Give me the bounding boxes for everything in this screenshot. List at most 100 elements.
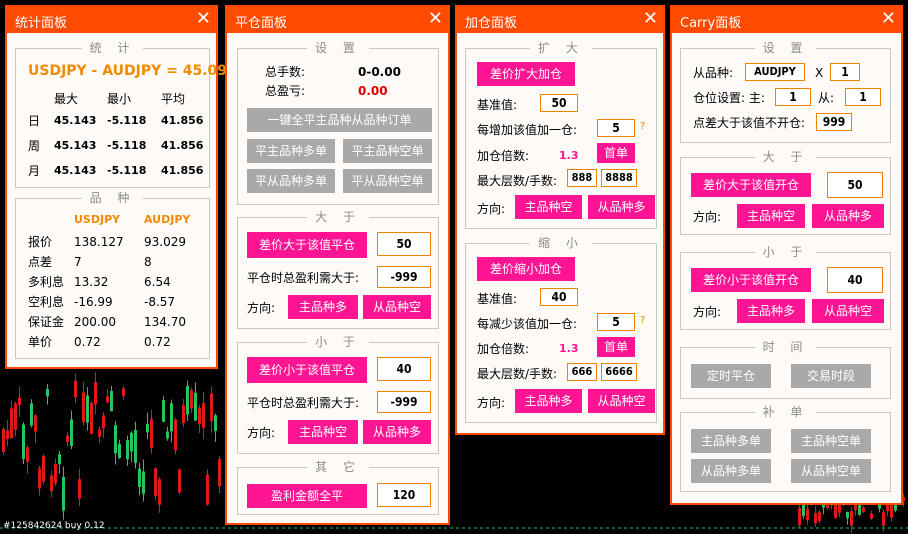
expand-base-input[interactable]: 50 [540,94,578,112]
srow-quote-v2: 93.029 [144,235,186,249]
expand-dir-main-sell-button[interactable]: 主品种空 [515,195,582,219]
close-greater-button[interactable]: 差价大于该值平仓 [247,232,367,258]
close-greater-pl-label: 平仓时总盈利需大于: [247,271,360,285]
carry-pos-sub-label: 从: [818,91,835,105]
candle [798,502,801,528]
shrink-add-button[interactable]: 差价缩小加仓 [477,257,575,281]
close-less-dir-sub-buy-button[interactable]: 从品种多 [363,420,431,444]
carry-supplement-group: 补 单 主品种多单 主品种空单 从品种多单 从品种空单 [680,405,891,492]
carry-greater-open-button[interactable]: 差价大于该值开仓 [691,173,811,197]
expand-max-layers-input[interactable]: 888 [567,169,597,187]
close-greater-dir-label: 方向: [247,301,276,315]
candle [166,426,169,441]
shrink-base-input[interactable]: 40 [540,288,578,306]
row-day-max: 45.143 [54,114,97,127]
candle [202,392,205,440]
shrink-help-icon[interactable]: ? [640,313,645,329]
carry-settings-title: 设 置 [754,41,817,55]
add-panel-close-icon[interactable]: ✕ [643,8,658,30]
carry-greater-dir-sub-buy-button[interactable]: 从品种多 [812,204,884,228]
add-panel: 加仓面板 ✕ 扩 大 差价扩大加仓 基准值: 50 每增加该值加一仓: 5 ? … [455,5,665,435]
total-pl-label: 总盈亏: [265,84,306,98]
close-less-button[interactable]: 差价小于该值平仓 [247,357,367,383]
candle [34,414,37,443]
candle [158,477,161,513]
close-greater-dir-sub-sell-button[interactable]: 从品种空 [363,295,431,319]
shrink-mult-label: 加仓倍数: [477,342,530,356]
candle [70,410,73,450]
carry-pos-main-label: 仓位设置: 主: [693,91,765,105]
carry-pos-main-input[interactable]: 1 [775,88,811,106]
candle [50,470,53,498]
supp-main-sell-button[interactable]: 主品种空单 [791,429,871,453]
carry-panel-header: Carry面板 ✕ [672,7,901,33]
total-pl-value: 0.00 [358,84,388,98]
close-panel-close-icon[interactable]: ✕ [428,8,443,30]
candle [26,445,29,474]
carry-spread-input[interactable]: 999 [816,113,852,131]
shrink-first-order-button[interactable]: 首单 [597,337,635,357]
carry-less-input[interactable]: 40 [827,267,883,293]
shrink-step-input[interactable]: 5 [597,313,635,331]
candle [186,380,189,421]
row-month-avg: 41.856 [161,164,204,177]
row-day-avg: 41.856 [161,114,204,127]
expand-step-input[interactable]: 5 [597,119,635,137]
shrink-max-lots-input[interactable]: 6666 [601,363,637,381]
close-main-buy-button[interactable]: 平主品种多单 [247,139,335,163]
carry-panel-close-icon[interactable]: ✕ [881,8,896,30]
carry-less-dir-main-buy-button[interactable]: 主品种多 [737,299,805,323]
carry-greater-dir-main-sell-button[interactable]: 主品种空 [737,204,805,228]
expand-mult-value: 1.3 [559,149,579,162]
candle [134,421,137,469]
spread-headline: USDJPY - AUDJPY = 45.098 [28,63,237,79]
close-all-button[interactable]: 一键全平主品种从品种订单 [247,108,432,132]
candle [182,398,185,428]
expand-max-lots-input[interactable]: 8888 [601,169,637,187]
supp-main-buy-button[interactable]: 主品种多单 [691,429,771,453]
close-less-dir-main-sell-button[interactable]: 主品种空 [288,420,358,444]
profit-close-all-button[interactable]: 盈利金额全平 [247,484,367,508]
expand-add-button[interactable]: 差价扩大加仓 [477,62,575,86]
srow-short-swap-v2: -8.57 [144,295,176,309]
stats-close-icon[interactable]: ✕ [196,8,211,30]
timed-close-button[interactable]: 定时平仓 [691,364,771,388]
close-greater-dir-main-buy-button[interactable]: 主品种多 [288,295,358,319]
carry-less-open-button[interactable]: 差价小于该值开仓 [691,268,811,292]
expand-first-order-button[interactable]: 首单 [597,143,635,163]
shrink-dir-main-buy-button[interactable]: 主品种多 [515,389,582,413]
shrink-dir-sub-sell-button[interactable]: 从品种空 [588,389,655,413]
srow-unit-label: 单价 [28,335,53,349]
stats-group: 统 计 USDJPY - AUDJPY = 45.098 最大 最小 平均 日 … [15,41,237,188]
carry-less-dir-sub-sell-button[interactable]: 从品种空 [812,299,884,323]
carry-greater-input[interactable]: 50 [827,172,883,198]
expand-help-icon[interactable]: ? [640,119,645,135]
profit-amount-input[interactable]: 120 [377,483,431,507]
carry-pos-sub-input[interactable]: 1 [845,88,881,106]
supp-sub-sell-button[interactable]: 从品种空单 [791,459,871,483]
close-other-group: 其 它 盈利金额全平 120 [237,460,439,515]
close-sub-buy-button[interactable]: 平从品种多单 [247,169,335,193]
carry-sub-mult-input[interactable]: 1 [830,63,860,81]
close-sub-sell-button[interactable]: 平从品种空单 [343,169,432,193]
row-day-label: 日 [28,114,41,128]
close-main-sell-button[interactable]: 平主品种空单 [343,139,432,163]
close-less-pl-input[interactable]: -999 [377,391,431,413]
close-greater-pl-input[interactable]: -999 [377,266,431,288]
symbol-main: USDJPY [74,213,121,226]
trade-session-button[interactable]: 交易时段 [791,364,871,388]
carry-sub-symbol-input[interactable]: AUDJPY [745,63,805,81]
shrink-max-label: 最大层数/手数: [477,367,558,381]
close-less-input[interactable]: 40 [377,357,431,381]
supp-sub-buy-button[interactable]: 从品种多单 [691,459,771,483]
candle [22,422,25,465]
carry-less-dir-label: 方向: [693,305,722,319]
candle [42,454,45,485]
total-lots-label: 总手数: [265,65,306,79]
srow-short-swap-label: 空利息 [28,295,65,309]
close-less-dir-label: 方向: [247,426,276,440]
expand-dir-sub-buy-button[interactable]: 从品种多 [588,195,655,219]
shrink-max-layers-input[interactable]: 666 [567,363,597,381]
close-greater-input[interactable]: 50 [377,232,431,256]
symbols-group: 品 种 USDJPY AUDJPY 报价 138.127 93.029 点差 7… [15,191,210,359]
